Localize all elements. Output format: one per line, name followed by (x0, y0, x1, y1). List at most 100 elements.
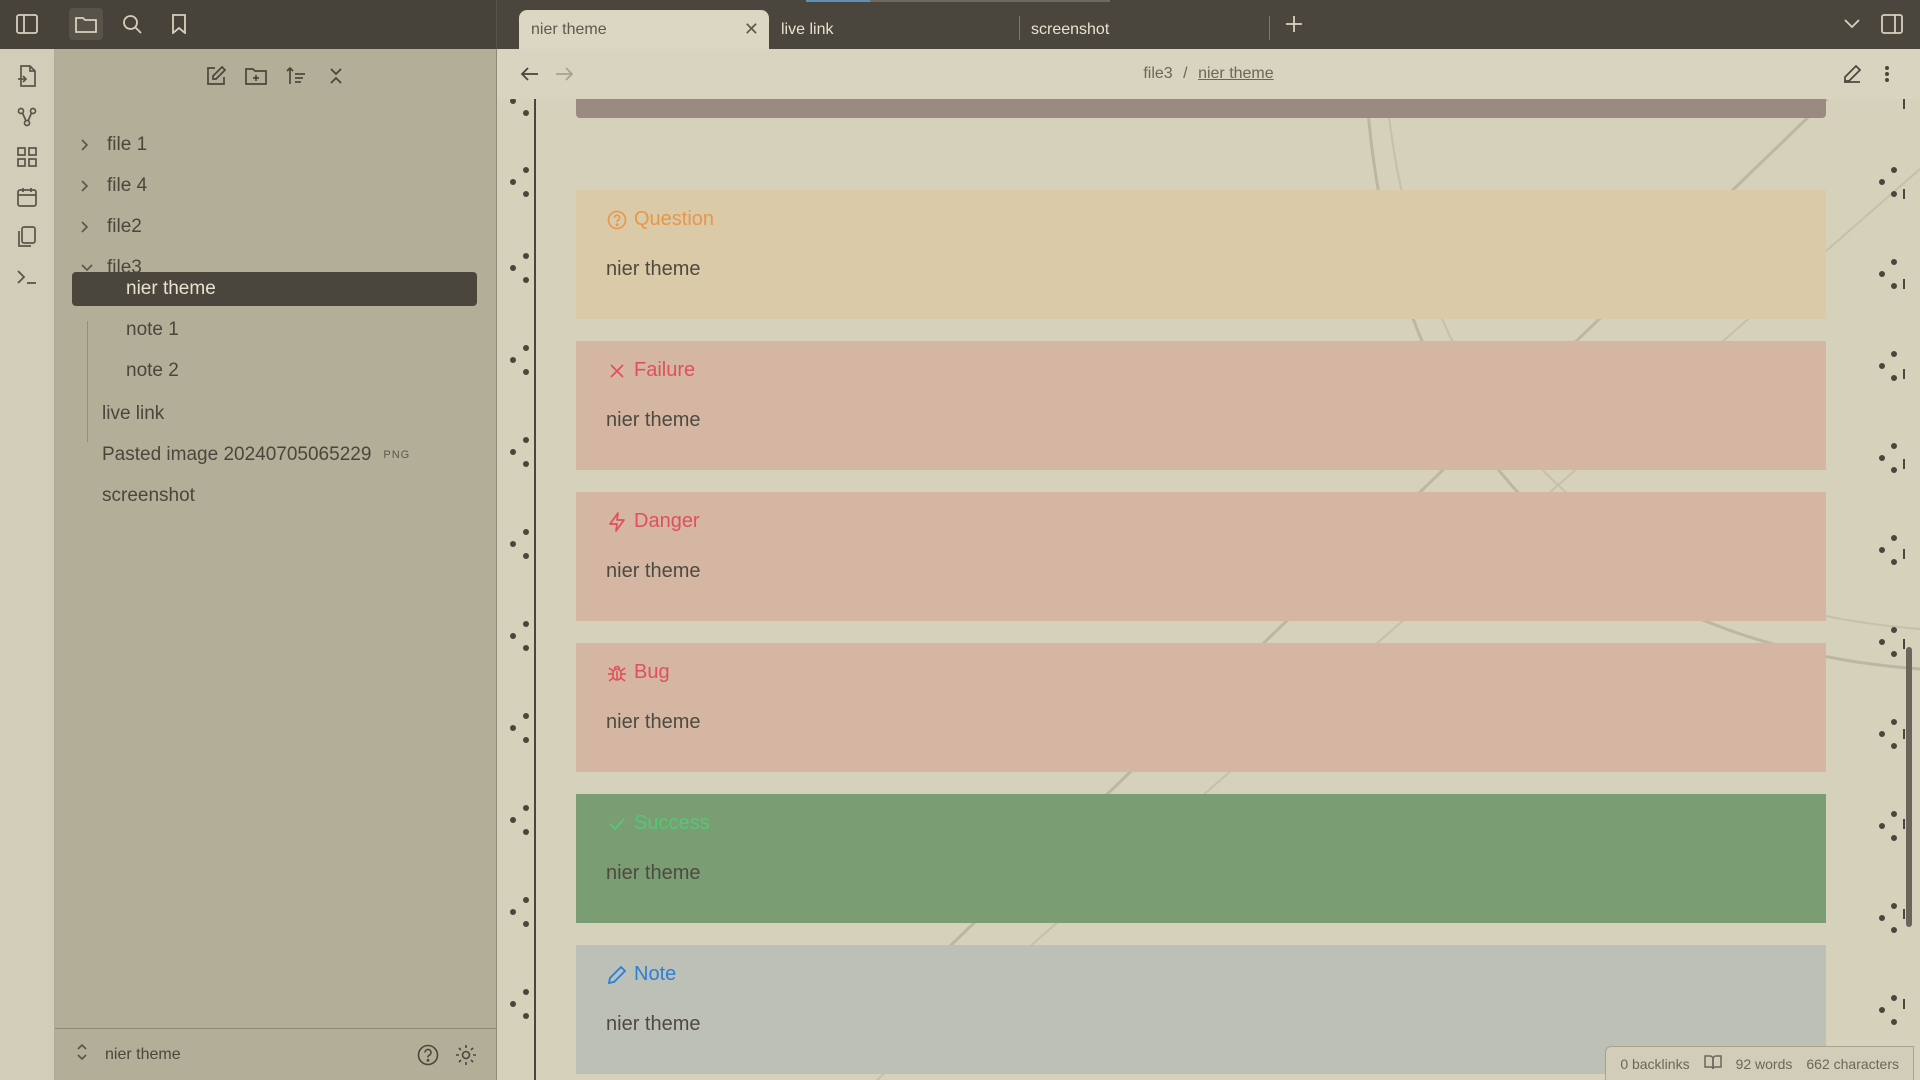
tree-item-note-2[interactable]: note 2 (126, 354, 179, 388)
tab-live-link[interactable]: live link (769, 10, 1019, 49)
sidebar-header (0, 0, 497, 49)
callout-title-text: Note (634, 963, 677, 985)
callout-body: nier theme (606, 560, 701, 582)
tree-item-live-link[interactable]: live link (102, 397, 164, 431)
calendar-icon[interactable] (15, 185, 39, 209)
new-folder-icon[interactable] (244, 64, 268, 88)
tab-activity-indicator (870, 0, 1110, 2)
tree-folder-file-4[interactable]: file 4 (81, 169, 147, 203)
editor-pane: file3 / nier theme Question nier theme F… (497, 49, 1920, 1080)
new-tab-icon[interactable] (1282, 12, 1306, 36)
bug-icon (606, 662, 628, 684)
previous-callout-edge (576, 99, 1826, 118)
chevron-right-icon (81, 221, 95, 233)
chevron-up-down-icon[interactable] (77, 1043, 87, 1065)
chevron-right-icon (81, 180, 95, 192)
zap-icon (606, 511, 628, 533)
question-circle-icon (606, 209, 628, 231)
tree-item-screenshot[interactable]: screenshot (102, 479, 195, 513)
tree-item-note-1[interactable]: note 1 (126, 313, 179, 347)
callout-title-text: Danger (634, 510, 700, 532)
new-note-icon[interactable] (204, 64, 228, 88)
file-type-badge: PNG (383, 449, 411, 461)
tree-item-label: note 1 (126, 319, 179, 340)
graph-view-icon[interactable] (15, 105, 39, 129)
pencil-icon (606, 964, 628, 986)
callout-body: nier theme (606, 1013, 701, 1035)
breadcrumb-separator: / (1183, 65, 1188, 82)
character-count: 662 characters (1806, 1055, 1899, 1072)
callout-failure[interactable]: Failure nier theme (576, 341, 1826, 470)
ribbon (0, 49, 55, 1080)
tab-nier-theme[interactable]: nier theme ✕ (519, 10, 769, 49)
chevron-down-icon[interactable] (1840, 12, 1864, 36)
title-bar: nier theme ✕ live link screenshot (0, 0, 1920, 49)
tab-separator (1269, 16, 1270, 40)
callout-danger[interactable]: Danger nier theme (576, 492, 1826, 621)
close-icon[interactable]: ✕ (744, 20, 759, 38)
callout-question[interactable]: Question nier theme (576, 190, 1826, 319)
tab-activity-indicator (806, 0, 870, 2)
tree-item-nier-theme[interactable]: nier theme (72, 272, 477, 306)
tree-item-pasted-image[interactable]: Pasted image 20240705065229 PNG (102, 438, 410, 472)
tree-folder-file-1[interactable]: file 1 (81, 128, 147, 162)
terminal-icon[interactable] (15, 265, 39, 289)
tab-label: nier theme (531, 20, 607, 38)
callout-title: Success (606, 812, 710, 835)
callout-title-text: Bug (634, 661, 670, 683)
reading-view-icon[interactable] (1703, 1054, 1722, 1073)
vault-switcher: nier theme (55, 1028, 497, 1080)
help-icon[interactable] (416, 1043, 440, 1067)
backlinks-count[interactable]: 0 backlinks (1620, 1056, 1689, 1072)
settings-gear-icon[interactable] (454, 1043, 478, 1067)
tab-screenshot[interactable]: screenshot (1019, 10, 1269, 49)
collapse-all-icon[interactable] (324, 64, 348, 88)
toggle-right-sidebar-icon[interactable] (1880, 12, 1904, 36)
canvas-icon[interactable] (15, 145, 39, 169)
callout-body: nier theme (606, 711, 701, 733)
scrollbar[interactable] (1906, 647, 1912, 927)
check-icon (606, 813, 628, 835)
sort-icon[interactable] (284, 64, 308, 88)
callout-title-text: Success (634, 812, 710, 834)
chevron-down-icon (81, 264, 95, 272)
edit-mode-pencil-icon[interactable] (1840, 62, 1864, 86)
tab-label: live link (781, 20, 834, 38)
callout-title: Danger (606, 510, 700, 533)
tree-indent-guide (87, 321, 88, 442)
file-explorer: file 1 file 4 file2 file3 nier theme not… (55, 49, 497, 1080)
tree-item-label: screenshot (102, 485, 195, 506)
status-bar: 0 backlinks 92 words 662 characters (1605, 1046, 1914, 1080)
x-icon (606, 360, 628, 382)
tree-item-label: live link (102, 403, 165, 424)
callout-bug[interactable]: Bug nier theme (576, 643, 1826, 772)
tree-item-label: Pasted image 20240705065229 (102, 444, 372, 465)
toggle-left-sidebar-icon[interactable] (15, 12, 39, 36)
tree-item-label: file 4 (107, 175, 148, 196)
callout-title: Failure (606, 359, 695, 382)
tree-item-label: nier theme (126, 278, 216, 299)
open-quick-switcher-icon[interactable] (15, 64, 39, 88)
callout-title-text: Question (634, 208, 715, 230)
callout-title: Question (606, 208, 714, 231)
callout-success[interactable]: Success nier theme (576, 794, 1826, 923)
callout-title: Bug (606, 661, 670, 684)
tree-item-label: note 2 (126, 360, 179, 381)
tree-item-label: file 1 (107, 134, 148, 155)
search-icon[interactable] (120, 12, 144, 36)
more-options-icon[interactable] (1875, 62, 1899, 86)
word-count: 92 words (1735, 1055, 1793, 1072)
callout-title-text: Failure (634, 359, 696, 381)
bookmark-icon[interactable] (167, 12, 191, 36)
templates-icon[interactable] (15, 225, 39, 249)
breadcrumb-current[interactable]: nier theme (1198, 65, 1274, 82)
files-view-icon[interactable] (69, 8, 103, 40)
breadcrumb-parent[interactable]: file3 (1143, 65, 1172, 82)
tree-folder-file2[interactable]: file2 (81, 210, 142, 244)
callout-title: Note (606, 963, 676, 986)
view-header: file3 / nier theme (497, 49, 1920, 99)
tree-item-label: file2 (107, 216, 142, 237)
callout-body: nier theme (606, 258, 701, 280)
vault-name[interactable]: nier theme (105, 1046, 181, 1064)
callout-body: nier theme (606, 409, 701, 431)
